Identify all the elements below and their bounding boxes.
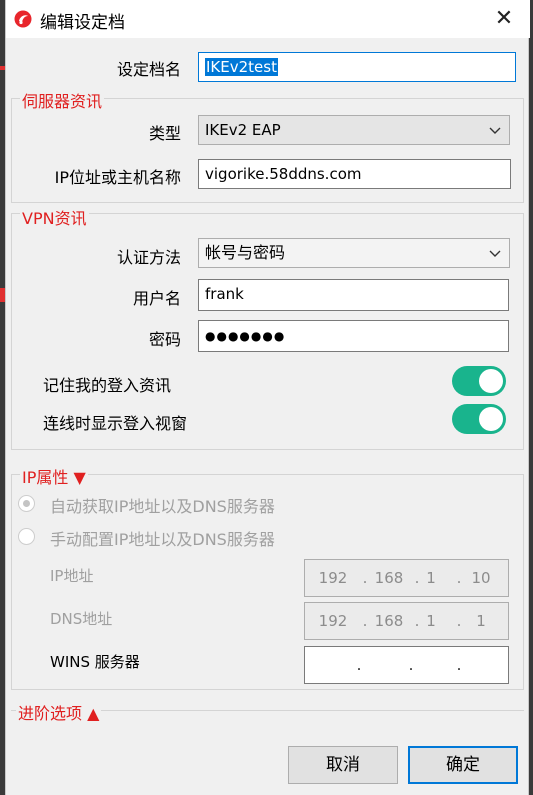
- close-button[interactable]: ✕: [490, 6, 518, 32]
- manual-ip-label: 手动配置IP地址以及DNS服务器: [50, 530, 275, 549]
- dns-octet: 1: [476, 612, 486, 630]
- auth-method-label: 认证方法: [116, 248, 181, 267]
- password-input[interactable]: ●●●●●●●: [198, 320, 509, 352]
- dns-octet: 168: [374, 612, 404, 630]
- auth-method-select[interactable]: 帐号与密码: [198, 238, 510, 268]
- wins-dot: .: [356, 656, 362, 674]
- auto-ip-radio[interactable]: [18, 495, 35, 512]
- username-label: 用户名: [132, 289, 181, 308]
- ip-octet: 1: [426, 569, 436, 587]
- wins-dot: .: [456, 656, 462, 674]
- dns-address-field[interactable]: 192 . 168 . 1 . 1: [304, 602, 509, 640]
- close-icon: ✕: [494, 6, 514, 31]
- ok-button[interactable]: 确定: [408, 746, 518, 784]
- manual-ip-radio[interactable]: [18, 528, 35, 545]
- host-input[interactable]: vigorike.58ddns.com: [198, 159, 511, 189]
- vpn-info-title: VPN资讯: [20, 205, 89, 229]
- advanced-options-toggle[interactable]: 进阶选项 ▲: [16, 700, 102, 724]
- remember-login-toggle[interactable]: [452, 366, 506, 396]
- username-input[interactable]: frank: [198, 279, 509, 311]
- radio-dot: [23, 500, 30, 507]
- profile-name-input[interactable]: IKEv2test: [198, 52, 516, 82]
- toggle-knob: [479, 369, 503, 393]
- remember-login-label: 记住我的登入资讯: [43, 376, 172, 395]
- type-label: 类型: [148, 124, 181, 143]
- chevron-down-icon: [489, 127, 501, 134]
- wins-server-field[interactable]: . . .: [304, 646, 509, 684]
- password-label: 密码: [148, 330, 181, 349]
- app-logo-icon: [14, 10, 32, 28]
- ip-address-label: IP地址: [50, 567, 94, 585]
- dns-address-label: DNS地址: [50, 610, 113, 628]
- host-label: IP位址或主机名称: [54, 168, 181, 187]
- edit-profile-dialog: 编辑设定档 ✕ 设定档名 IKEv2test 伺服器资讯 类型 IKEv2 EA…: [5, 0, 530, 795]
- window-title: 编辑设定档: [40, 13, 125, 33]
- cancel-button[interactable]: 取消: [288, 746, 398, 784]
- title-bar: 编辑设定档 ✕: [6, 0, 530, 38]
- ip-octet: 10: [471, 569, 491, 587]
- toggle-knob: [479, 407, 503, 431]
- dns-octet: 192: [318, 612, 348, 630]
- ip-properties-toggle[interactable]: IP属性 ▼: [20, 464, 88, 488]
- auto-ip-label: 自动获取IP地址以及DNS服务器: [50, 497, 275, 516]
- profile-name-value: IKEv2test: [205, 58, 278, 76]
- chevron-down-icon: [489, 250, 501, 257]
- show-login-window-label: 连线时显示登入视窗: [43, 414, 188, 433]
- auth-method-value: 帐号与密码: [205, 243, 286, 262]
- wins-dot: .: [408, 656, 414, 674]
- ip-octet: 192: [318, 569, 348, 587]
- ip-address-field[interactable]: 192 . 168 . 1 . 10: [304, 559, 509, 597]
- show-login-window-toggle[interactable]: [452, 404, 506, 434]
- type-select[interactable]: IKEv2 EAP: [198, 115, 510, 145]
- wins-server-label: WINS 服务器: [50, 653, 140, 671]
- type-value: IKEv2 EAP: [205, 121, 281, 139]
- ip-octet: 168: [374, 569, 404, 587]
- dns-octet: 1: [426, 612, 436, 630]
- server-info-title: 伺服器资讯: [20, 88, 105, 112]
- profile-name-label: 设定档名: [116, 60, 181, 79]
